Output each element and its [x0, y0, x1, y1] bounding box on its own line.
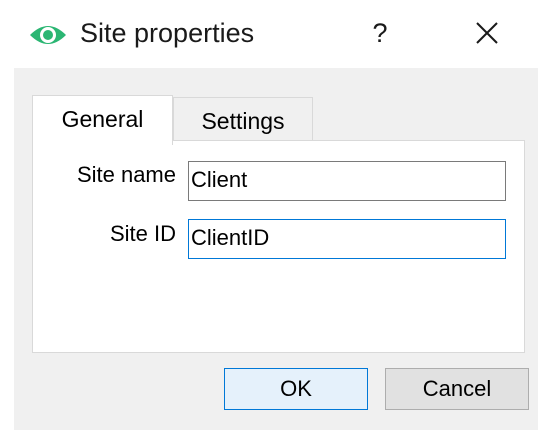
title-bar[interactable]: Site properties ? — [0, 0, 538, 68]
site-id-label: Site ID — [109, 221, 176, 246]
general-tab-panel: Site name Client Site ID ClientID — [32, 140, 525, 353]
dialog-title: Site properties — [80, 18, 255, 48]
site-name-field[interactable]: Client — [188, 161, 506, 201]
eye-icon — [28, 20, 68, 50]
cancel-button[interactable]: Cancel — [385, 368, 529, 410]
tab-general[interactable]: General — [32, 95, 173, 145]
help-button[interactable]: ? — [355, 8, 405, 58]
site-name-label: Site name — [76, 162, 176, 187]
site-properties-dialog: Site properties ? General Settings Site … — [0, 0, 538, 430]
ok-button[interactable]: OK — [224, 368, 368, 410]
close-icon — [462, 22, 512, 62]
dialog-body: General Settings Site name Client Site I… — [14, 68, 538, 430]
site-id-field[interactable]: ClientID — [188, 219, 506, 259]
close-button[interactable] — [462, 8, 512, 58]
tab-settings[interactable]: Settings — [173, 97, 313, 140]
